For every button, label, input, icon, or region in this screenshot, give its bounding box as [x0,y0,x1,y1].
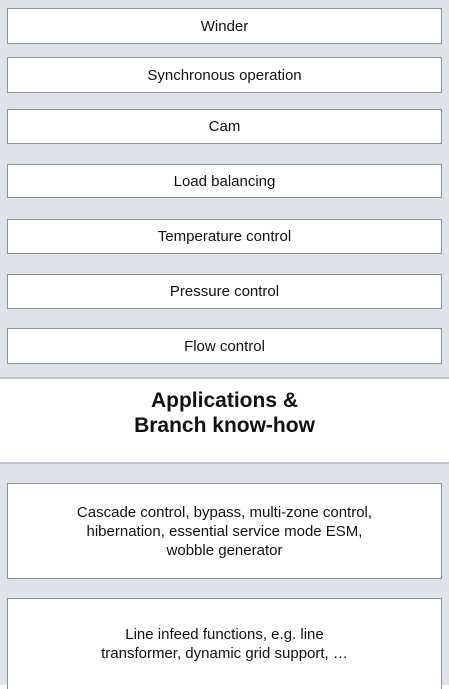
function-item-label: Pressure control [169,283,280,300]
function-item-temperature-control: Temperature control [7,219,442,254]
function-item-label: Cam [208,118,241,135]
function-item-cam: Cam [7,109,442,144]
branch-box-line: Line infeed functions, e.g. line [125,626,324,643]
function-item-label: Temperature control [157,228,292,245]
branch-box-line: hibernation, essential service mode ESM, [86,522,363,540]
heading-line-2: Branch know-how [134,414,315,437]
branch-box-line: Cascade control, bypass, multi-zone cont… [76,503,373,521]
function-item-label: Load balancing [173,172,276,190]
function-item-flow-control: Flow control [7,328,442,364]
function-item-pressure-control: Pressure control [7,274,442,309]
function-item-winder: Winder [7,8,442,44]
functions-panel: Winder Synchronous operation Cam Load ba… [0,0,449,379]
function-item-label: Winder [200,17,249,35]
heading-line-1: Applications & [150,389,298,412]
function-item-label: Flow control [184,337,265,355]
branch-box-text: Cascade control, bypass, multi-zone cont… [77,503,372,560]
branch-box-line-infeed: Line infeed functions, e.g. line transfo… [7,598,442,689]
branch-box-line: wobble generator [166,541,283,559]
function-item-label: Synchronous operation [147,66,302,84]
branch-box-cascade-control: Cascade control, bypass, multi-zone cont… [7,483,442,579]
branch-box-text: Line infeed functions, e.g. line transfo… [101,625,348,663]
branch-panel: Cascade control, bypass, multi-zone cont… [0,462,449,689]
applications-heading: Applications & Branch know-how [0,388,449,438]
function-item-load-balancing: Load balancing [7,164,442,198]
function-item-synchronous-operation: Synchronous operation [7,57,442,93]
branch-box-line: transformer, dynamic grid support, … [101,645,348,662]
